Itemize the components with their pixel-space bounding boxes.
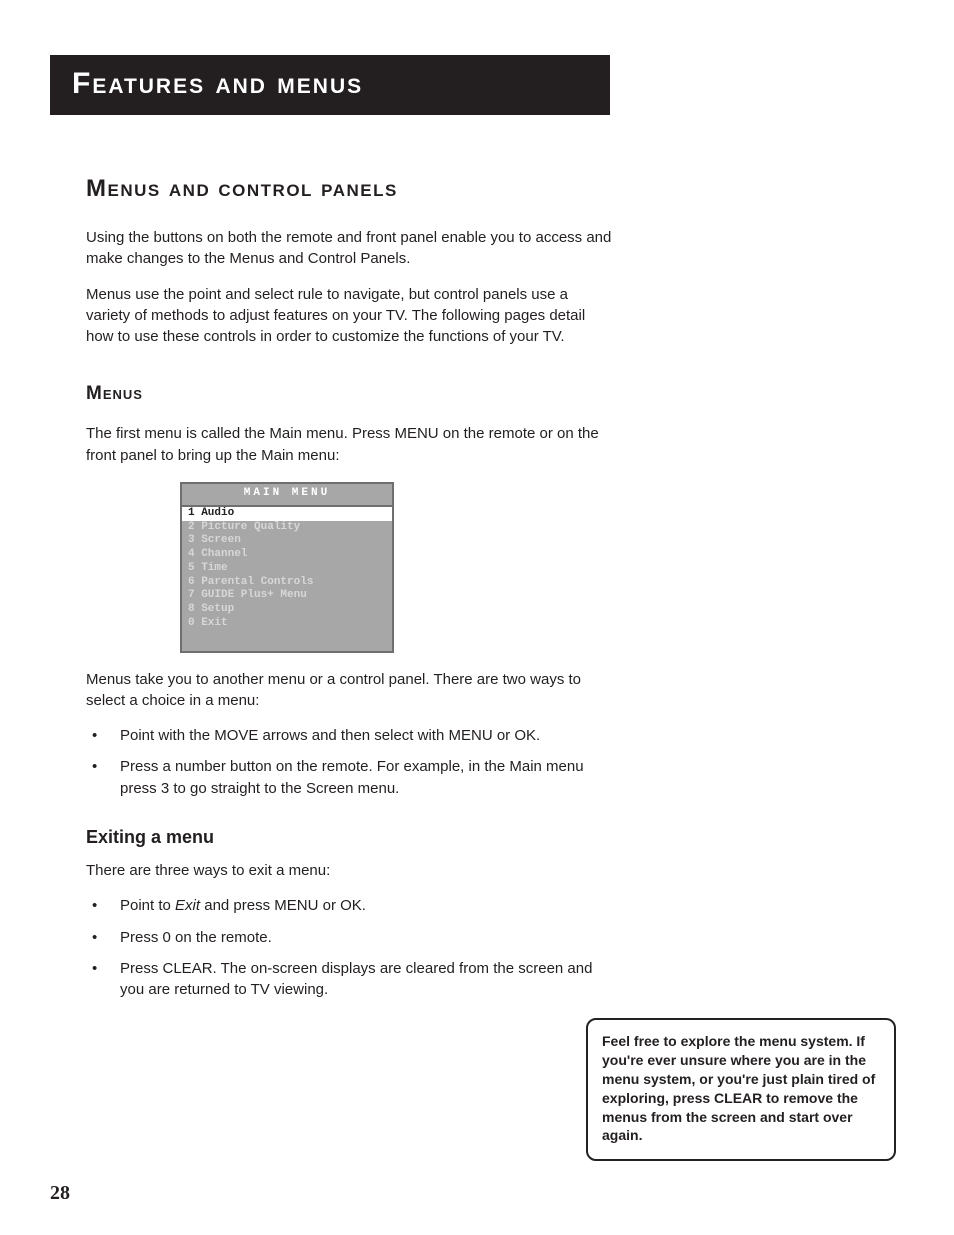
subsection-heading: Menus xyxy=(86,383,616,405)
menu-graphic-items: 1 Audio2 Picture Quality3 Screen4 Channe… xyxy=(182,507,392,631)
menu-graphic-item: 6 Parental Controls xyxy=(182,576,392,590)
menu-graphic-item: 3 Screen xyxy=(182,534,392,548)
list-item: Point with the MOVE arrows and then sele… xyxy=(86,725,616,746)
chapter-header: Features and Menus xyxy=(50,55,610,115)
section-heading: Menus and Control Panels xyxy=(86,175,616,203)
body-paragraph: Menus use the point and select rule to n… xyxy=(86,284,616,348)
body-paragraph: Menus take you to another menu or a cont… xyxy=(86,669,616,712)
list-item-text: and press MENU or OK. xyxy=(200,897,366,914)
body-paragraph: There are three ways to exit a menu: xyxy=(86,860,616,881)
menu-graphic-item: 1 Audio xyxy=(182,507,392,521)
page-content: Menus and Control Panels Using the butto… xyxy=(86,175,616,1001)
list-item: Point to Exit and press MENU or OK. xyxy=(86,895,616,916)
tip-callout: Feel free to explore the menu system. If… xyxy=(586,1018,896,1161)
list-item: Press a number button on the remote. For… xyxy=(86,756,616,799)
menu-graphic-item: 2 Picture Quality xyxy=(182,521,392,535)
manual-page: Features and Menus Menus and Control Pan… xyxy=(0,0,954,1235)
subsubsection-heading: Exiting a menu xyxy=(86,827,616,848)
body-paragraph: The first menu is called the Main menu. … xyxy=(86,423,616,466)
menu-graphic-item: 4 Channel xyxy=(182,548,392,562)
exit-methods-list: Point to Exit and press MENU or OK. Pres… xyxy=(86,895,616,1000)
menu-graphic-spacer xyxy=(182,631,392,651)
menu-graphic-item: 8 Setup xyxy=(182,603,392,617)
list-item-emphasis: Exit xyxy=(175,897,200,914)
menu-graphic-item: 7 GUIDE Plus+ Menu xyxy=(182,589,392,603)
menu-graphic-item: 5 Time xyxy=(182,562,392,576)
list-item: Press CLEAR. The on-screen displays are … xyxy=(86,958,616,1001)
page-number: 28 xyxy=(50,1182,70,1205)
select-methods-list: Point with the MOVE arrows and then sele… xyxy=(86,725,616,799)
menu-graphic-item: 0 Exit xyxy=(182,617,392,631)
chapter-title: Features and Menus xyxy=(72,67,588,101)
list-item: Press 0 on the remote. xyxy=(86,927,616,948)
list-item-text: Point to xyxy=(120,897,175,914)
menu-graphic-title: MAIN MENU xyxy=(182,484,392,507)
body-paragraph: Using the buttons on both the remote and… xyxy=(86,227,616,270)
main-menu-graphic: MAIN MENU 1 Audio2 Picture Quality3 Scre… xyxy=(180,482,394,653)
